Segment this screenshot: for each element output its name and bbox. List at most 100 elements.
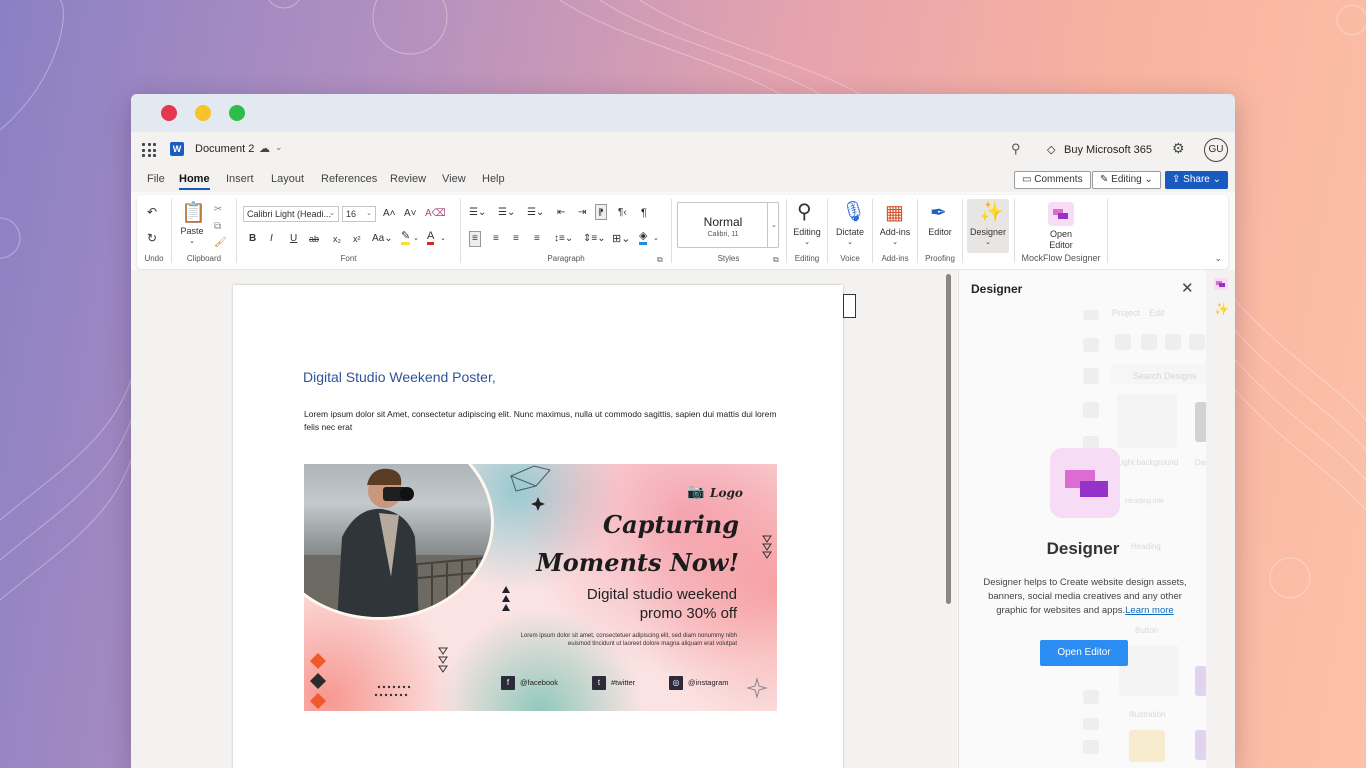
magic-wand-rail-icon[interactable]: ✨ <box>1214 302 1229 316</box>
editing-chevron-icon[interactable]: ⌄ <box>787 238 827 246</box>
borders-icon[interactable]: ⊞⌄ <box>612 232 630 246</box>
open-editor-label-line2[interactable]: Editor <box>1015 240 1107 250</box>
rtl-icon[interactable]: ¶‹ <box>618 206 627 220</box>
tab-view[interactable]: View <box>442 173 466 185</box>
bg-illustration: Illustration <box>1129 710 1166 719</box>
font-group: Calibri Light (Headi... ⌄ 16 ⌄ A˄ A˅ A⌫ B … <box>237 199 460 265</box>
gear-icon[interactable]: ⚙ <box>1172 140 1185 157</box>
copy-icon[interactable]: ⧉ <box>214 220 221 234</box>
poster-image[interactable]: 📷 Logo Capturing Moments Now! Digital st… <box>304 464 777 711</box>
paragraph-spacing-icon[interactable]: ⇕≡⌄ <box>583 232 606 246</box>
grow-font-icon[interactable]: A˄ <box>383 207 396 221</box>
tab-home[interactable]: Home <box>179 173 210 190</box>
designer-ribbon-button[interactable]: ✨ Designer ⌄ <box>967 199 1009 253</box>
buy-microsoft-365-button[interactable]: ◇ Buy Microsoft 365 <box>1047 143 1152 156</box>
decrease-indent-icon[interactable]: ⇤ <box>557 206 565 220</box>
font-size-dropdown[interactable]: 16 ⌄ <box>342 206 376 222</box>
bg-button: Button <box>1135 626 1159 635</box>
designer-logo-icon <box>1050 448 1120 518</box>
addins-group: ▦ Add-ins ⌄ Add-ins <box>873 199 917 265</box>
document-paragraph[interactable]: Lorem ipsum dolor sit Amet, consectetur … <box>304 408 784 434</box>
tab-file[interactable]: File <box>147 173 165 185</box>
bold-icon[interactable]: B <box>249 232 256 246</box>
learn-more-link[interactable]: Learn more <box>1125 605 1174 616</box>
clear-formatting-icon[interactable]: A⌫ <box>425 207 446 221</box>
align-center-icon[interactable]: ≡ <box>493 232 499 246</box>
paste-label[interactable]: Paste <box>176 226 208 236</box>
undo-icon[interactable]: ↶ <box>147 205 157 219</box>
strikethrough-icon[interactable]: ab <box>309 232 319 246</box>
vertical-scrollbar[interactable] <box>946 274 951 604</box>
designer-pane: Designer ✕ Project Edit Search Designs L… <box>958 270 1206 768</box>
subscript-icon[interactable]: x₂ <box>333 232 341 246</box>
autosave-icon[interactable]: ☁ <box>259 142 270 155</box>
mockflow-designer-icon[interactable] <box>1048 202 1074 226</box>
search-icon[interactable]: ⚲ <box>1011 141 1021 157</box>
multilevel-list-icon[interactable]: ☰⌄ <box>527 206 544 220</box>
ribbon-collapse-icon[interactable]: ⌄ <box>1214 253 1222 264</box>
share-button[interactable]: ⇪ Share ⌄ <box>1165 171 1229 189</box>
paste-chevron-icon[interactable]: ⌄ <box>176 237 208 245</box>
justify-icon[interactable]: ≡ <box>534 232 540 246</box>
document-title[interactable]: Document 2 <box>195 143 254 155</box>
dictate-button-label[interactable]: Dictate <box>828 227 872 237</box>
paste-icon[interactable]: 📋 <box>181 202 206 224</box>
ltr-icon[interactable]: ⁋ <box>595 204 607 220</box>
paragraph-group: ☰⌄ ☰⌄ ☰⌄ ⇤ ⇥ ⁋ ¶‹ ¶ ≡ ≡ ≡ ≡ ↕≡⌄ ⇕≡⌄ ⊞⌄ ◈… <box>461 199 671 265</box>
document-canvas: Digital Studio Weekend Poster, Lorem ips… <box>131 270 957 768</box>
highlight-icon[interactable]: ✎ <box>401 231 411 245</box>
close-icon[interactable]: ✕ <box>1181 279 1194 297</box>
close-window-button[interactable] <box>161 105 177 121</box>
open-editor-button[interactable]: Open Editor <box>1040 640 1128 666</box>
addins-chevron-icon[interactable]: ⌄ <box>873 238 917 246</box>
app-launcher-icon[interactable] <box>142 143 156 157</box>
dictate-chevron-icon[interactable]: ⌄ <box>828 238 872 246</box>
microphone-icon[interactable]: 🎙 <box>841 201 866 223</box>
shading-icon[interactable]: ◈ <box>639 231 648 245</box>
tab-references[interactable]: References <box>321 173 377 185</box>
superscript-icon[interactable]: x² <box>353 232 361 246</box>
comments-button[interactable]: ▭ Comments <box>1014 171 1091 189</box>
italic-icon[interactable]: I <box>270 232 273 246</box>
editing-group: ⚲ Editing ⌄ Editing <box>787 199 827 265</box>
format-painter-icon[interactable]: 🖌 <box>214 236 227 250</box>
editor-pen-icon[interactable]: ✒ <box>930 202 947 224</box>
align-left-icon[interactable]: ≡ <box>469 231 481 247</box>
addins-button-label[interactable]: Add-ins <box>873 227 917 237</box>
shading-chevron-icon[interactable]: ⌄ <box>653 232 659 246</box>
font-color-icon[interactable]: A <box>427 231 435 245</box>
maximize-window-button[interactable] <box>229 105 245 121</box>
underline-icon[interactable]: U <box>290 232 297 246</box>
highlight-chevron-icon[interactable]: ⌄ <box>413 232 419 246</box>
editing-button-label[interactable]: Editing <box>787 227 827 237</box>
addins-icon[interactable]: ▦ <box>885 202 904 224</box>
minimize-window-button[interactable] <box>195 105 211 121</box>
tab-layout[interactable]: Layout <box>271 173 304 185</box>
editing-mode-button[interactable]: ✎ Editing ⌄ <box>1092 171 1161 189</box>
document-page[interactable]: Digital Studio Weekend Poster, Lorem ips… <box>233 285 843 768</box>
tab-help[interactable]: Help <box>482 173 505 185</box>
change-case-icon[interactable]: Aa⌄ <box>372 232 393 246</box>
align-right-icon[interactable]: ≡ <box>513 232 519 246</box>
shrink-font-icon[interactable]: A˅ <box>404 207 417 221</box>
chevron-down-icon[interactable]: ⌄ <box>275 142 283 153</box>
ribbon-home: ↶ ↻ Undo 📋 Paste ⌄ ✂ ⧉ 🖌 Clipboard Calib… <box>137 195 1228 269</box>
editor-button-label[interactable]: Editor <box>918 227 962 237</box>
bg-heading-title: Heading title <box>1125 498 1164 505</box>
open-editor-label-line1[interactable]: Open <box>1015 229 1107 239</box>
tab-review[interactable]: Review <box>390 173 426 185</box>
find-icon[interactable]: ⚲ <box>797 201 812 223</box>
font-name-dropdown[interactable]: Calibri Light (Headi... ⌄ <box>243 206 339 222</box>
font-color-chevron-icon[interactable]: ⌄ <box>440 232 446 246</box>
cut-icon[interactable]: ✂ <box>214 203 222 217</box>
bullets-icon[interactable]: ☰⌄ <box>469 206 486 220</box>
avatar[interactable]: GU <box>1204 138 1228 162</box>
document-heading[interactable]: Digital Studio Weekend Poster, <box>303 369 496 385</box>
line-spacing-icon[interactable]: ↕≡⌄ <box>554 232 573 246</box>
numbering-icon[interactable]: ☰⌄ <box>498 206 515 220</box>
show-marks-icon[interactable]: ¶ <box>641 206 647 220</box>
mockflow-rail-icon[interactable] <box>1214 278 1228 290</box>
increase-indent-icon[interactable]: ⇥ <box>578 206 586 220</box>
redo-icon[interactable]: ↻ <box>147 231 157 245</box>
tab-insert[interactable]: Insert <box>226 173 254 185</box>
